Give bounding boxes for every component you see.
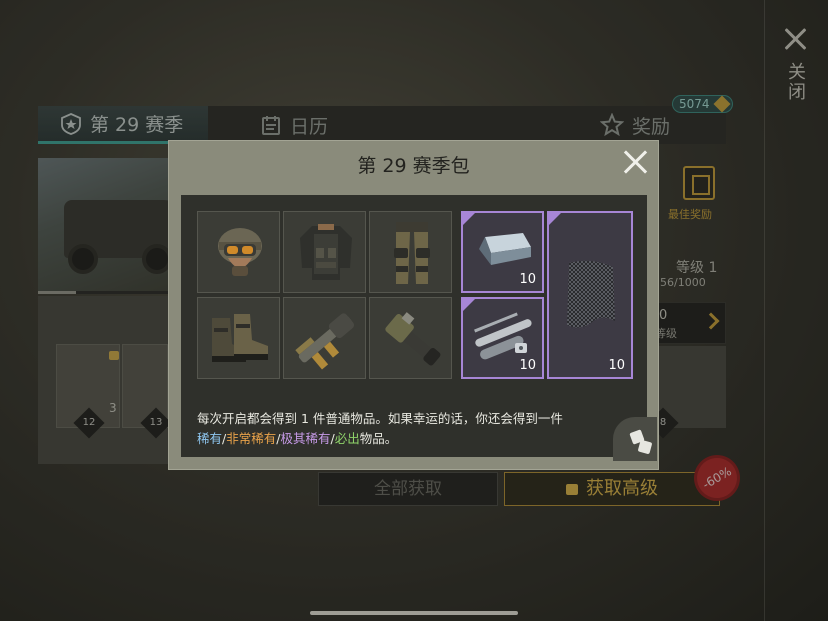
season-banner-image	[38, 158, 184, 294]
dialog-body: 10 10 10 每次开启都会得到 1 件普通物品。如果幸运的话，你还会得到一件…	[181, 195, 657, 461]
description-line-1: 每次开启都会得到 1 件普通物品。如果幸运的话，你还会得到一件	[197, 411, 563, 426]
item-count: 10	[519, 272, 536, 287]
item-count: 10	[519, 358, 536, 373]
rarity-ultra-rare: 极其稀有	[280, 431, 331, 446]
item-slot-helmet[interactable]	[197, 211, 280, 293]
description-line-2: 稀有/非常稀有/极其稀有/必出物品。	[197, 429, 597, 449]
metal-ingot-icon	[479, 233, 531, 265]
tab-season[interactable]: 第 29 赛季	[38, 106, 208, 144]
side-divider	[764, 0, 765, 621]
lock-icon	[109, 351, 119, 360]
claim-all-button[interactable]: 全部获取	[318, 472, 498, 506]
currency-badge[interactable]: 5074	[672, 95, 733, 113]
banner-progress-fill	[38, 291, 76, 294]
banner-progress	[38, 291, 178, 294]
tab-rewards-label: 奖励	[632, 115, 671, 138]
truck-wheel	[68, 244, 98, 274]
minigun-icon	[385, 312, 441, 366]
tab-season-label: 第 29 赛季	[90, 114, 184, 136]
reward-count: 3	[109, 401, 117, 415]
item-slot-pants[interactable]	[369, 211, 452, 293]
description-suffix: 物品。	[359, 431, 398, 446]
rarity-rare: 稀有	[197, 431, 223, 446]
level-marker: 13	[140, 407, 172, 439]
dice-icon	[637, 439, 653, 455]
level-marker-value: 12	[82, 417, 96, 428]
carbon-fabric-icon	[567, 260, 615, 328]
rarity-guaranteed: 必出	[334, 431, 360, 446]
level-label: 等级 1	[676, 260, 718, 276]
pipe-parts-icon	[474, 312, 532, 360]
jacket-icon	[300, 224, 352, 280]
currency-amount: 5074	[679, 97, 710, 111]
star-badge-icon	[61, 112, 81, 135]
item-slot-carbon-fabric[interactable]: 10	[547, 211, 633, 379]
boots-icon	[212, 314, 268, 362]
item-slot-jacket[interactable]	[283, 211, 366, 293]
dialog-header: 第 29 赛季包	[169, 141, 658, 183]
tab-calendar[interactable]: 日历	[260, 106, 328, 144]
item-slot-boots[interactable]	[197, 297, 280, 379]
home-indicator	[310, 611, 518, 615]
level-marker-value: 13	[149, 417, 163, 428]
pack-description: 每次开启都会得到 1 件普通物品。如果幸运的话，你还会得到一件 稀有/非常稀有/…	[197, 409, 597, 449]
grenade-launcher-icon	[295, 313, 355, 370]
gem-icon	[713, 95, 731, 113]
close-icon[interactable]	[780, 24, 810, 54]
star-outline-icon	[600, 113, 624, 137]
rarity-very-rare: 非常稀有	[226, 431, 277, 446]
helmet-icon	[218, 228, 262, 276]
lock-icon	[566, 484, 578, 495]
item-slot-metal-ingot[interactable]: 10	[461, 211, 544, 293]
best-reward-label: 最佳奖励	[668, 208, 712, 221]
dialog-title: 第 29 赛季包	[357, 155, 470, 177]
item-count: 10	[608, 358, 625, 373]
item-slot-grenade-launcher[interactable]	[283, 297, 366, 379]
dialog-close-icon[interactable]	[623, 149, 649, 175]
tab-rewards[interactable]: 奖励	[600, 106, 670, 144]
dice-button[interactable]	[613, 417, 657, 461]
best-reward-icon[interactable]	[683, 166, 715, 200]
item-slot-minigun[interactable]	[369, 297, 452, 379]
level-up-value: 0	[659, 308, 668, 323]
calendar-icon	[262, 116, 280, 135]
pants-icon	[394, 222, 430, 284]
tab-calendar-label: 日历	[290, 115, 329, 138]
xp-label: 56/1000	[660, 276, 706, 289]
get-premium-button[interactable]: 获取高级	[504, 472, 720, 506]
chevron-right-icon	[702, 312, 720, 330]
season-tab-bar: 第 29 赛季 日历 奖励	[38, 106, 726, 144]
close-label[interactable]: 关闭	[784, 62, 808, 102]
season-pack-dialog: 第 29 赛季包 10 10 10 每次开启都会得到 1 件普通物品。如果幸运的…	[168, 140, 659, 470]
level-marker: 12	[73, 407, 105, 439]
item-slot-pipe-parts[interactable]: 10	[461, 297, 544, 379]
get-premium-label: 获取高级	[586, 478, 658, 499]
